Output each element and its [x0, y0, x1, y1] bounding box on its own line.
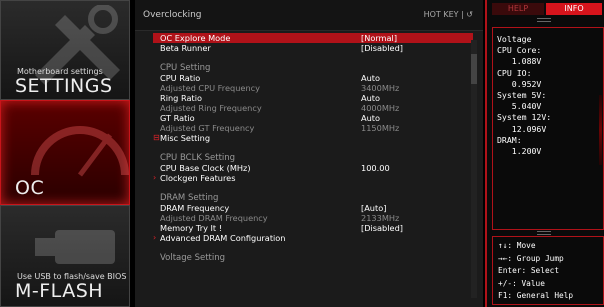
page-title: Overclocking: [143, 10, 202, 20]
setting-row[interactable]: Beta Runner [Disabled]: [153, 43, 473, 53]
info-line: 1.200V: [497, 146, 542, 156]
info-line: 1.088V: [497, 56, 542, 67]
left-sidebar: Motherboard settings SETTINGS OC Use USB…: [0, 0, 135, 307]
setting-label: Adjusted DRAM Frequency: [160, 213, 268, 223]
collapse-icon: ⊟: [153, 133, 160, 142]
setting-row: Adjusted Ring Frequency 4000MHz: [153, 103, 473, 113]
right-panel: HELP INFO Voltage CPU Core: 1.088V CPU IO:…: [485, 0, 604, 307]
setting-label: Ring Ratio: [160, 93, 202, 103]
scrollbar[interactable]: [471, 40, 477, 298]
info-line: 0.952V: [497, 78, 542, 89]
setting-label: DRAM Frequency: [160, 203, 230, 213]
help-line: →←: Group Jump: [498, 253, 564, 263]
info-line: 5.040V: [497, 101, 542, 112]
setting-label: DRAM Setting: [160, 193, 219, 203]
main-panel: Overclocking HOT KEY | ↺ OC Explore Mode…: [135, 0, 483, 307]
setting-row[interactable]: ⊟ Misc Setting: [153, 133, 473, 143]
row-spacer: [153, 143, 473, 153]
setting-label: Advanced DRAM Configuration: [160, 233, 286, 243]
setting-label: OC Explore Mode: [160, 33, 231, 43]
row-spacer: [153, 53, 473, 63]
setting-label: CPU Ratio: [160, 73, 201, 83]
setting-label: Beta Runner: [160, 43, 211, 53]
tab-help[interactable]: HELP: [492, 3, 544, 15]
oc-title: OC: [15, 177, 45, 199]
info-panel: Voltage CPU Core: 1.088V CPU IO: 0.952V Sys…: [492, 27, 604, 230]
top-bar: Overclocking HOT KEY | ↺: [135, 0, 483, 31]
setting-row[interactable]: GT Ratio Auto: [153, 113, 473, 123]
help-line: Enter: Select: [498, 266, 560, 275]
setting-value[interactable]: Auto: [361, 113, 380, 123]
setting-value[interactable]: [Auto]: [361, 203, 386, 213]
info-line: System 12V:: [497, 112, 552, 123]
expand-arrow-icon: ›: [153, 173, 157, 182]
setting-value: 4000MHz: [361, 103, 400, 113]
setting-label: CPU BCLK Setting: [160, 153, 236, 163]
setting-value[interactable]: [Disabled]: [361, 223, 403, 233]
info-line: 12.096V: [497, 123, 547, 134]
tab-info[interactable]: INFO: [546, 3, 602, 15]
info-line: CPU Core:: [497, 45, 542, 56]
info-line: System 5V:: [497, 90, 547, 100]
section-header: DRAM Setting: [153, 193, 473, 203]
help-grip[interactable]: [537, 231, 551, 235]
help-line: +/-: Value: [498, 278, 545, 288]
setting-label: Memory Try It !: [160, 223, 223, 233]
setting-value[interactable]: Auto: [361, 93, 380, 103]
setting-value[interactable]: 100.00: [361, 163, 390, 173]
setting-label: Adjusted Ring Frequency: [160, 103, 262, 113]
setting-label: CPU Base Clock (MHz): [160, 163, 251, 173]
oc-tile[interactable]: OC: [0, 100, 130, 205]
setting-row: Adjusted GT Frequency 1150MHz: [153, 123, 473, 133]
setting-value: 2133MHz: [361, 213, 400, 223]
setting-value: 1150MHz: [361, 123, 400, 133]
expand-arrow-icon: ›: [153, 233, 157, 242]
info-line: Voltage: [497, 34, 532, 44]
mflash-tile[interactable]: Use USB to flash/save BIOS M-FLASH: [0, 205, 130, 307]
setting-row[interactable]: Ring Ratio Auto: [153, 93, 473, 103]
setting-label: CPU Setting: [160, 63, 211, 73]
info-line: CPU IO:: [497, 67, 532, 78]
panel-grip[interactable]: [537, 18, 551, 22]
speedometer-icon: [31, 126, 129, 177]
setting-row: Adjusted CPU Frequency 3400MHz: [153, 83, 473, 93]
setting-value: 3400MHz: [361, 83, 400, 93]
setting-value[interactable]: [Disabled]: [361, 43, 403, 53]
help-panel: ↑↓: Move →←: Group Jump Enter: Select +/-: …: [492, 236, 604, 305]
row-spacer: [153, 183, 473, 193]
section-header: Voltage Setting: [153, 253, 473, 263]
settings-title: SETTINGS: [15, 75, 113, 97]
section-header: CPU BCLK Setting: [153, 153, 473, 163]
setting-label: Voltage Setting: [160, 253, 226, 263]
help-line: ↑↓: Move: [498, 241, 536, 250]
setting-row[interactable]: CPU Ratio Auto: [153, 73, 473, 83]
setting-label: Adjusted GT Frequency: [160, 123, 255, 133]
setting-row[interactable]: › Advanced DRAM Configuration: [153, 233, 473, 243]
setting-label: GT Ratio: [160, 113, 195, 123]
setting-row[interactable]: › Clockgen Features: [153, 173, 473, 183]
setting-label: Clockgen Features: [160, 173, 236, 183]
setting-label: Misc Setting: [160, 133, 211, 143]
setting-row: Adjusted DRAM Frequency 2133MHz: [153, 213, 473, 223]
panel-edge-decoration: [599, 95, 602, 165]
panel-tabs: HELP INFO: [492, 3, 604, 15]
section-header: CPU Setting: [153, 63, 473, 73]
mflash-title: M-FLASH: [15, 280, 104, 302]
help-line: F1: General Help: [498, 291, 574, 300]
scrollbar-thumb[interactable]: [471, 54, 477, 84]
info-line: DRAM:: [497, 134, 522, 145]
row-spacer: [153, 243, 473, 253]
setting-row[interactable]: CPU Base Clock (MHz) 100.00: [153, 163, 473, 173]
setting-row[interactable]: OC Explore Mode [Normal]: [153, 33, 473, 43]
setting-row[interactable]: DRAM Frequency [Auto]: [153, 203, 473, 213]
setting-label: Adjusted CPU Frequency: [160, 83, 260, 93]
setting-row[interactable]: Memory Try It ! [Disabled]: [153, 223, 473, 233]
setting-value[interactable]: [Normal]: [361, 33, 397, 43]
settings-list: OC Explore Mode [Normal] Beta Runner [Disab…: [153, 33, 473, 263]
hotkey-button[interactable]: HOT KEY | ↺: [424, 10, 473, 19]
setting-value[interactable]: Auto: [361, 73, 380, 83]
settings-tile[interactable]: Motherboard settings SETTINGS: [0, 0, 130, 100]
